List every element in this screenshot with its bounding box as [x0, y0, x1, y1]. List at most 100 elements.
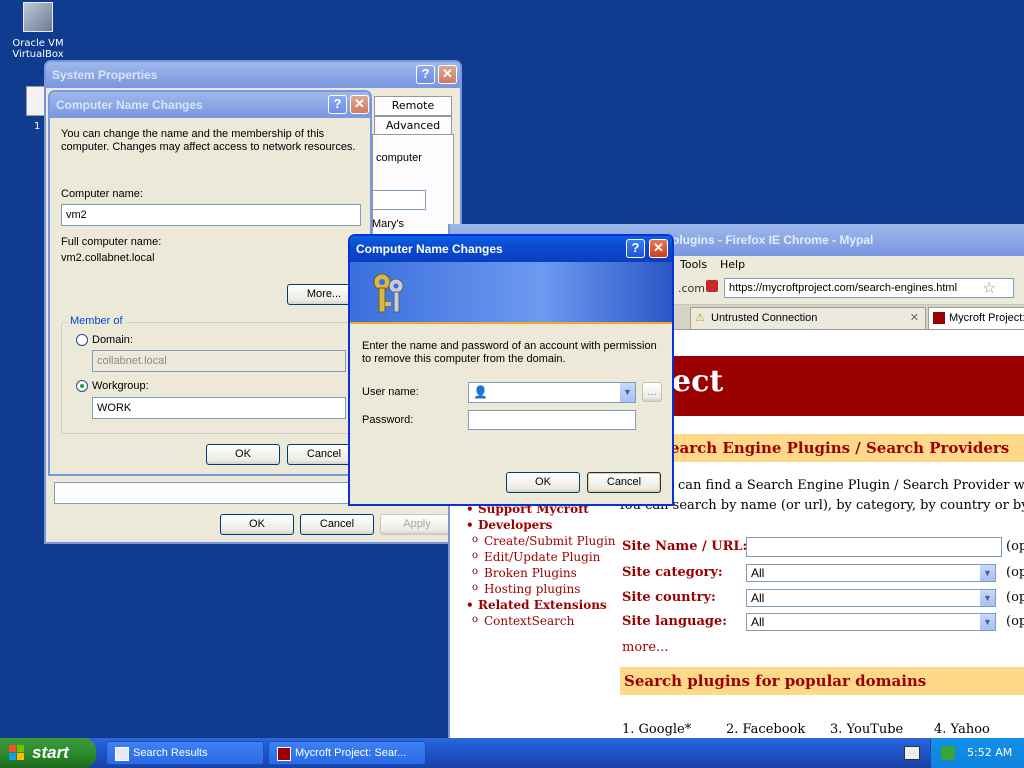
dialog-description: You can change the name and the membersh… — [61, 128, 356, 153]
close-button[interactable]: ✕ — [649, 239, 668, 258]
banner-text: ect — [672, 364, 724, 399]
domain-radio[interactable] — [76, 334, 88, 346]
username-combobox[interactable]: 👤 ▼ — [468, 382, 636, 403]
username-label: User name: — [362, 386, 419, 398]
desktop-icon-label: Oracle VM VirtualBox — [12, 38, 64, 60]
nav-contextsearch[interactable]: ContextSearch — [472, 614, 574, 628]
site-category-select[interactable]: All ▼ — [746, 564, 996, 582]
tab-close-icon[interactable]: ✕ — [910, 308, 919, 328]
help-button[interactable]: ? — [328, 95, 347, 114]
full-name-label: Full computer name: — [61, 236, 162, 248]
site-name-label: Site Name / URL: — [622, 539, 748, 554]
password-label: Password: — [362, 414, 414, 426]
computer-name-label: Computer name: — [61, 188, 143, 200]
chevron-down-icon: ▼ — [980, 614, 995, 630]
nav-create-plugin[interactable]: Create/Submit Plugin — [472, 534, 615, 548]
site-country-label: Site country: — [622, 590, 716, 605]
dialog-title: Computer Name Changes — [56, 98, 203, 112]
popular-heading: Search plugins for popular domains — [620, 667, 1024, 695]
user-icon: 👤 — [473, 385, 488, 399]
close-button[interactable]: ✕ — [350, 95, 369, 114]
tab-mycroft[interactable]: Mycroft Project: — [928, 307, 1024, 329]
section-heading: earch Engine Plugins / Search Providers — [620, 434, 1024, 462]
workgroup-input[interactable]: WORK — [92, 397, 346, 419]
optional-note: (op — [1006, 590, 1024, 605]
url-input[interactable]: https://mycroftproject.com/search-engine… — [724, 278, 1014, 298]
keys-icon — [368, 272, 410, 316]
nav-related-extensions[interactable]: Related Extensions — [466, 598, 607, 612]
lock-warning-icon[interactable] — [706, 280, 718, 292]
apply-button[interactable]: Apply — [380, 514, 454, 535]
windows-logo-icon — [9, 745, 24, 760]
workgroup-radio[interactable] — [76, 380, 88, 392]
clock[interactable]: 5:52 AM — [967, 738, 1012, 768]
keyboard-icon[interactable] — [904, 746, 920, 760]
member-of-label: Member of — [68, 315, 125, 327]
domain-label: Domain: — [92, 334, 133, 346]
tab-remote[interactable]: Remote — [374, 96, 452, 116]
site-country-select[interactable]: All ▼ — [746, 589, 996, 607]
site-language-select[interactable]: All ▼ — [746, 613, 996, 631]
dialog-description: Enter the name and password of an accoun… — [362, 340, 657, 365]
credentials-titlebar[interactable]: Computer Name Changes ? ✕ — [350, 236, 672, 262]
nav-developers[interactable]: Developers — [466, 518, 552, 532]
popular-link-facebook[interactable]: 2. Facebook — [726, 722, 805, 737]
tab-advanced[interactable]: Advanced — [374, 116, 452, 136]
nav-broken-plugins[interactable]: Broken Plugins — [472, 566, 577, 580]
ok-button[interactable]: OK — [206, 444, 280, 465]
optional-note: (op — [1006, 614, 1024, 629]
help-button[interactable]: ? — [626, 239, 645, 258]
computer-name-changes-dialog: Computer Name Changes ? ✕ You can change… — [48, 90, 372, 476]
ok-button[interactable]: OK — [506, 472, 580, 493]
dialog-banner — [350, 262, 672, 324]
panel-field[interactable] — [372, 190, 426, 210]
workgroup-label: Workgroup: — [92, 380, 149, 392]
help-button[interactable]: ? — [416, 65, 435, 84]
desktop-file-label: 1 — [34, 121, 41, 132]
chevron-down-icon[interactable]: ▼ — [620, 383, 635, 402]
tab-untrusted-connection[interactable]: ⚠ Untrusted Connection ✕ — [690, 307, 926, 329]
window-title: System Properties — [52, 68, 158, 82]
site-language-label: Site language: — [622, 614, 728, 629]
domain-input[interactable]: collabnet.local — [92, 350, 346, 372]
search-results-icon — [115, 747, 129, 761]
optional-note: (op — [1006, 539, 1024, 554]
network-icon[interactable] — [941, 746, 955, 760]
virtualbox-desktop-icon[interactable]: Oracle VM VirtualBox — [6, 2, 70, 60]
password-input[interactable] — [468, 410, 636, 430]
tab-label: Untrusted Connection — [711, 312, 818, 324]
taskbar-item-search-results[interactable]: Search Results — [106, 741, 264, 765]
cancel-button[interactable]: Cancel — [587, 472, 661, 493]
intro-text: can find a Search Engine Plugin / Search… — [678, 478, 1024, 493]
full-name-value: vm2.collabnet.local — [61, 252, 155, 264]
menu-tools[interactable]: Tools — [680, 256, 707, 274]
menu-help[interactable]: Help — [720, 256, 745, 274]
more-link[interactable]: more... — [622, 640, 668, 655]
panel-text: computer — [376, 152, 422, 164]
start-button[interactable]: start — [0, 738, 96, 768]
nav-edit-plugin[interactable]: Edit/Update Plugin — [472, 550, 600, 564]
taskbar-item-mycroft[interactable]: Mycroft Project: Sear... — [268, 741, 426, 765]
popular-link-youtube[interactable]: 3. YouTube — [830, 722, 903, 737]
computer-name-input[interactable]: vm2 — [61, 204, 361, 226]
chevron-down-icon: ▼ — [980, 565, 995, 581]
start-label: start — [32, 743, 69, 762]
close-button[interactable]: ✕ — [438, 65, 457, 84]
dialog-titlebar[interactable]: Computer Name Changes ? ✕ — [50, 92, 370, 118]
dialog-title: Computer Name Changes — [356, 242, 503, 256]
system-properties-titlebar[interactable]: System Properties ? ✕ — [46, 62, 460, 88]
credentials-dialog: Computer Name Changes ? ✕ Enter the name… — [348, 234, 674, 506]
ok-button[interactable]: OK — [220, 514, 294, 535]
bookmark-star-icon[interactable]: ☆ — [982, 278, 996, 297]
site-category-label: Site category: — [622, 565, 723, 580]
popular-link-yahoo[interactable]: 4. Yahoo — [934, 722, 990, 737]
taskbar: start Search Results Mycroft Project: Se… — [0, 738, 1024, 768]
optional-note: (op — [1006, 565, 1024, 580]
system-tray: 5:52 AM — [930, 738, 1024, 768]
popular-link-google[interactable]: 1. Google* — [622, 722, 691, 737]
tab-label: Mycroft Project: — [949, 312, 1024, 324]
site-name-input[interactable] — [746, 537, 1002, 557]
cancel-button[interactable]: Cancel — [300, 514, 374, 535]
nav-hosting-plugins[interactable]: Hosting plugins — [472, 582, 580, 596]
browse-button[interactable]: ... — [642, 382, 662, 402]
